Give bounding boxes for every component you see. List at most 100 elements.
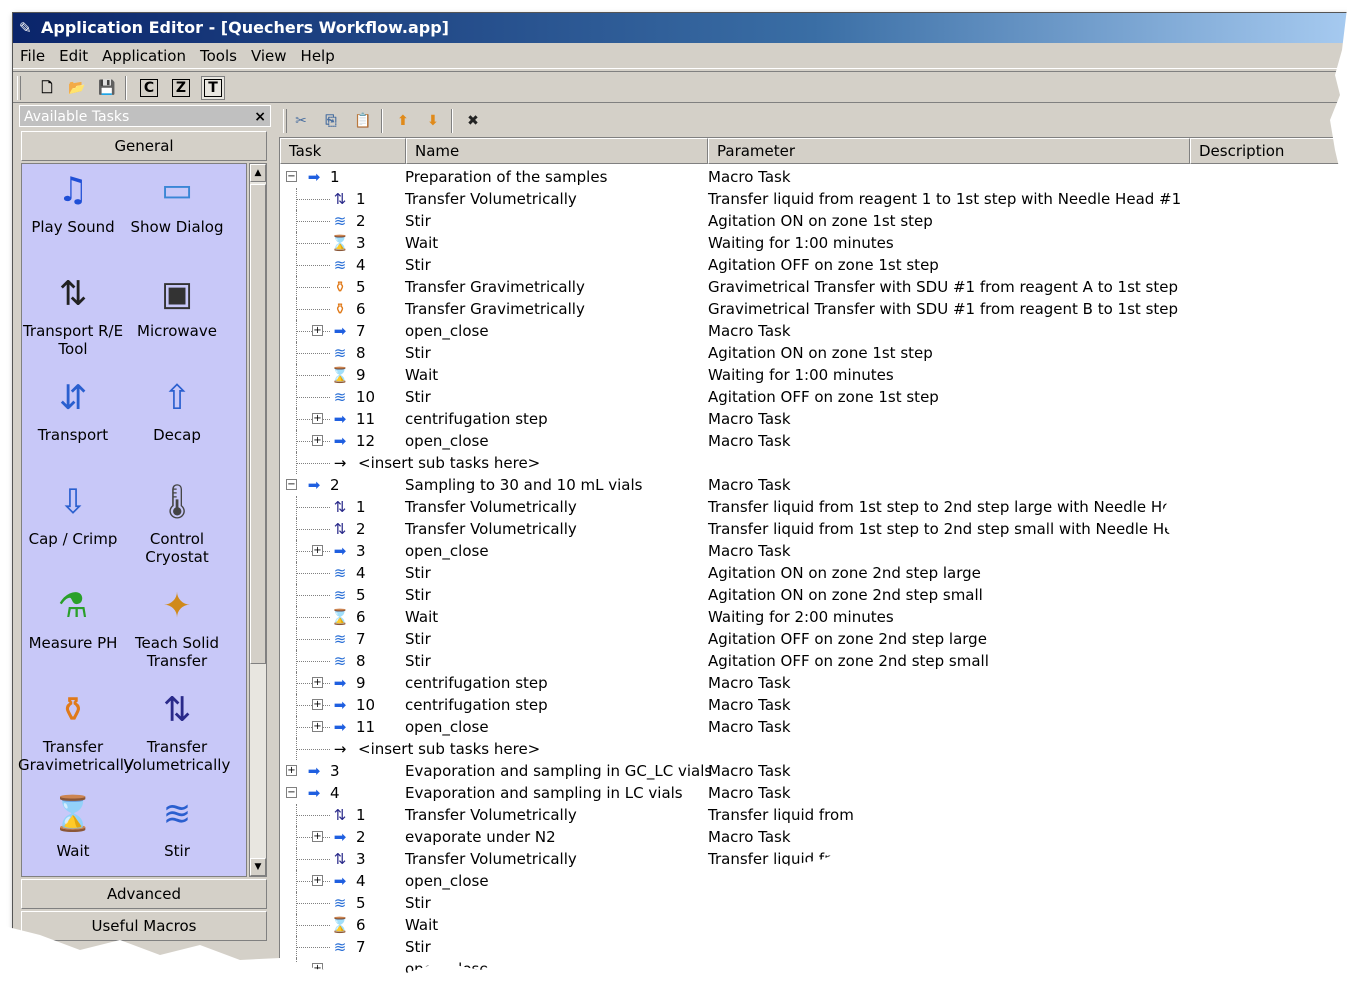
table-row[interactable]: + ➡ 12 open_close Macro Task [280, 430, 1347, 452]
table-row[interactable]: + ➡ 11 open_close Macro Task [280, 716, 1347, 738]
table-row[interactable]: − ➡ 2 Sampling to 30 and 10 mL vials Macro T… [280, 474, 1347, 496]
copy-button[interactable]: ⎘ [319, 109, 343, 133]
scroll-up-icon[interactable]: ▲ [250, 164, 266, 182]
tool-cap-crimp[interactable]: ⇩ Cap / Crimp [18, 480, 128, 548]
table-row[interactable]: + ➡ 3 open_close Macro Task [280, 540, 1347, 562]
tool-wait[interactable]: ⌛ Wait [18, 792, 128, 860]
column-header-parameter[interactable]: Parameter [708, 138, 1190, 164]
t-button[interactable]: T [201, 76, 225, 100]
column-header-task[interactable]: Task [280, 138, 406, 164]
table-row[interactable]: ⇅ 3 Transfer Volumetrically Transfer liquid… [280, 848, 1347, 870]
collapse-icon[interactable]: − [286, 171, 297, 182]
column-header-description[interactable]: Description [1190, 138, 1347, 164]
stir-swirl-icon: ≋ [333, 938, 347, 956]
expand-icon[interactable]: + [312, 699, 323, 710]
expand-icon[interactable]: + [312, 677, 323, 688]
paste-button[interactable]: 📋 [351, 109, 375, 133]
table-row[interactable]: ≋ 7 Stir [280, 936, 1347, 958]
tool-transport-r-e-tool[interactable]: ⇅ Transport R/E Tool [18, 272, 128, 358]
menu-help[interactable]: Help [294, 43, 342, 69]
group-useful-macros-button[interactable]: Useful Macros [21, 911, 267, 941]
table-row[interactable]: ⇅ 1 Transfer Volumetrically Transfer liquid… [280, 804, 1347, 826]
table-row[interactable]: + ➡ 11 centrifugation step Macro Task [280, 408, 1347, 430]
tool-microwave[interactable]: ▣ Microwave [122, 272, 232, 340]
expand-icon[interactable]: + [312, 545, 323, 556]
menu-file[interactable]: File [13, 43, 52, 69]
table-row[interactable]: ⇅ 1 Transfer Volumetrically Transfer liquid… [280, 496, 1347, 518]
table-row[interactable]: ⌛ 9 Wait Waiting for 1:00 minutes [280, 364, 1347, 386]
scroll-thumb[interactable] [250, 184, 266, 664]
column-header-name[interactable]: Name [406, 138, 708, 164]
tool-teach-solid-transfer[interactable]: ✦ Teach Solid Transfer [122, 584, 232, 670]
tool-control-cryostat[interactable]: 🌡 Control Cryostat [122, 480, 232, 566]
table-row[interactable]: + ➡ 7 open_close Macro Task [280, 320, 1347, 342]
cut-button[interactable]: ✂ [289, 109, 313, 133]
insert-placeholder-row[interactable]: → <insert sub tasks here> [280, 738, 1347, 760]
table-row[interactable]: + ➡ 2 evaporate under N2 Macro Task [280, 826, 1347, 848]
table-row[interactable]: ≋ 8 Stir Agitation ON on zone 1st step [280, 342, 1347, 364]
table-row[interactable]: ⇅ 2 Transfer Volumetrically Transfer liquid… [280, 518, 1347, 540]
insert-placeholder-row[interactable]: → <insert sub tasks here> [280, 452, 1347, 474]
save-button[interactable]: 💾 [95, 76, 119, 100]
c-button[interactable]: C [137, 76, 161, 100]
table-row[interactable]: ≋ 8 Stir Agitation OFF on zone 2nd step sma… [280, 650, 1347, 672]
expand-icon[interactable]: + [312, 963, 323, 974]
table-row[interactable]: ⌛ 6 Wait Waiting for 2:00 minutes [280, 606, 1347, 628]
toolbar-grip[interactable] [17, 76, 21, 100]
tool-transfer-gravimetrically[interactable]: ⚱ Transfer Gravimetrically [18, 688, 133, 774]
expand-icon[interactable]: + [286, 765, 297, 776]
table-row[interactable]: + ➡ 8 open_close [280, 958, 1347, 980]
table-row[interactable]: ⚱ 5 Transfer Gravimetrically Gravimetrical … [280, 276, 1347, 298]
table-row[interactable]: ≋ 10 Stir Agitation OFF on zone 1st step [280, 386, 1347, 408]
tool-transport[interactable]: ⇵ Transport [18, 376, 128, 444]
task-parameter: Transfer liquid from [708, 806, 854, 824]
open-button[interactable]: 📂 [65, 76, 89, 100]
move-down-button[interactable]: ⬇ [421, 109, 445, 133]
table-row[interactable]: ≋ 7 Stir Agitation OFF on zone 2nd step lar… [280, 628, 1347, 650]
tool-transfer-volumetrically[interactable]: ⇅ Transfer Volumetrically [122, 688, 232, 774]
menu-application[interactable]: Application [95, 43, 193, 69]
expand-icon[interactable]: + [312, 325, 323, 336]
group-general-button[interactable]: General [21, 131, 267, 161]
table-row[interactable]: + ➡ 3 Evaporation and sampling in GC_LC via… [280, 760, 1347, 782]
table-row[interactable]: ⌛ 3 Wait Waiting for 1:00 minutes [280, 232, 1347, 254]
table-row[interactable]: − ➡ 4 Evaporation and sampling in LC vials M… [280, 782, 1347, 804]
tool-play-sound[interactable]: ♫ Play Sound [18, 168, 128, 236]
table-row[interactable]: ⌛ 6 Wait [280, 914, 1347, 936]
table-row[interactable]: + ➡ 4 open_close [280, 870, 1347, 892]
z-button[interactable]: Z [169, 76, 193, 100]
new-file-button[interactable]: 🗋 [35, 76, 59, 100]
editor-toolbar-grip[interactable] [283, 109, 287, 133]
delete-button[interactable]: ✖ [461, 109, 485, 133]
expand-icon[interactable]: + [312, 413, 323, 424]
table-row[interactable]: ⚱ 6 Transfer Gravimetrically Gravimetrical … [280, 298, 1347, 320]
table-row[interactable]: ≋ 5 Stir Agitation ON on zone 2nd step smal… [280, 584, 1347, 606]
table-row[interactable]: + ➡ 9 centrifugation step Macro Task [280, 672, 1347, 694]
move-up-button[interactable]: ⬆ [391, 109, 415, 133]
expand-icon[interactable]: + [312, 721, 323, 732]
scroll-down-icon[interactable]: ▼ [250, 858, 266, 876]
table-row[interactable]: + ➡ 10 centrifugation step Macro Task [280, 694, 1347, 716]
collapse-icon[interactable]: − [286, 787, 297, 798]
expand-icon[interactable]: + [312, 875, 323, 886]
collapse-icon[interactable]: − [286, 479, 297, 490]
menu-tools[interactable]: Tools [193, 43, 244, 69]
tool-measure-ph[interactable]: ⚗ Measure PH [18, 584, 128, 652]
table-row[interactable]: ≋ 4 Stir Agitation ON on zone 2nd step larg… [280, 562, 1347, 584]
table-row[interactable]: − ➡ 1 Preparation of the samples Macro Task [280, 166, 1347, 188]
menu-view[interactable]: View [244, 43, 294, 69]
group-advanced-button[interactable]: Advanced [21, 879, 267, 909]
task-panel-scrollbar[interactable]: ▲ ▼ [249, 163, 267, 877]
table-row[interactable]: ≋ 5 Stir [280, 892, 1347, 914]
tool-decap[interactable]: ⇧ Decap [122, 376, 232, 444]
table-row[interactable]: ≋ 4 Stir Agitation OFF on zone 1st step [280, 254, 1347, 276]
expand-icon[interactable]: + [312, 435, 323, 446]
table-row[interactable]: ≋ 2 Stir Agitation ON on zone 1st step [280, 210, 1347, 232]
expand-icon[interactable]: + [312, 831, 323, 842]
menu-edit[interactable]: Edit [52, 43, 95, 69]
table-row[interactable]: ⇅ 1 Transfer Volumetrically Transfer liquid… [280, 188, 1347, 210]
tool-stir[interactable]: ≋ Stir [122, 792, 232, 860]
vial-orange-icon: ⚱ [333, 300, 347, 318]
close-icon[interactable]: × [254, 106, 266, 128]
tool-show-dialog[interactable]: ▭ Show Dialog [122, 168, 232, 236]
